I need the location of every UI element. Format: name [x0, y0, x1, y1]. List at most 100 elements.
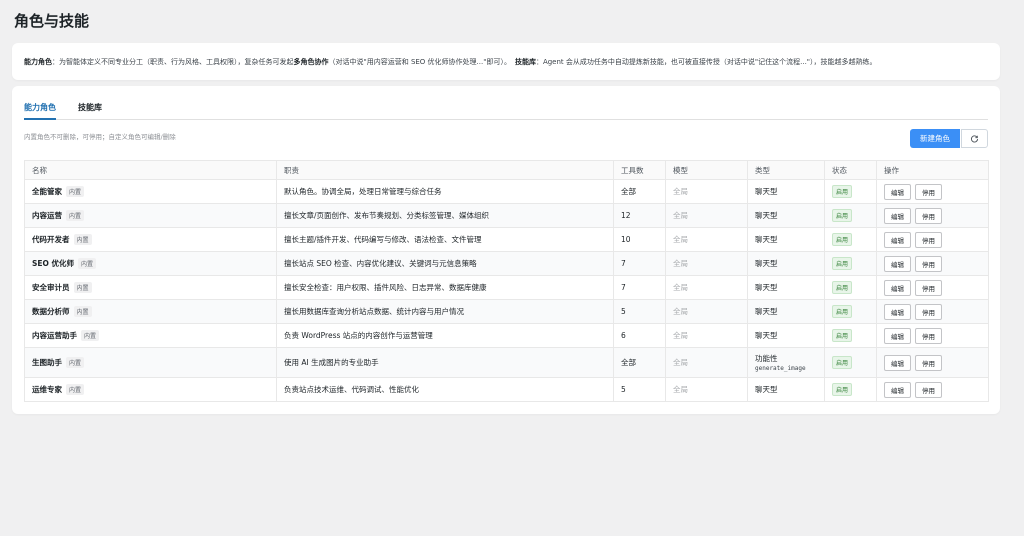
status-badge: 启用	[832, 233, 853, 246]
edit-button[interactable]: 编辑	[884, 207, 911, 224]
role-type-cell: 聊天型	[747, 179, 825, 204]
role-name: 运维专家	[32, 385, 62, 394]
disable-button[interactable]: 停用	[915, 183, 942, 200]
disable-button[interactable]: 停用	[915, 279, 942, 296]
status-badge: 启用	[832, 209, 853, 222]
table-row: 内容运营助手 内置 负责 WordPress 站点的内容创作与运营管理 6 全局 聊天型启…	[24, 323, 989, 348]
builtin-badge: 内置	[81, 330, 100, 341]
role-model: 全局	[665, 323, 748, 348]
edit-button[interactable]: 编辑	[884, 183, 911, 200]
role-name: 代码开发者	[32, 235, 70, 244]
role-name-cell: SEO 优化师 内置	[24, 251, 277, 276]
role-actions-cell: 编辑 停用	[876, 203, 989, 228]
info-skills-label: 技能库	[514, 57, 536, 66]
col-type: 类型	[747, 160, 825, 180]
role-type-cell: 聊天型	[747, 227, 825, 252]
role-type: 聊天型	[755, 307, 778, 316]
edit-button[interactable]: 编辑	[884, 381, 911, 398]
disable-button[interactable]: 停用	[915, 354, 942, 371]
info-roles-text-b: （对话中说"用内容运营和 SEO 优化师协作处理..."即可）。	[328, 57, 511, 66]
role-actions-cell: 编辑 停用	[876, 227, 989, 252]
table-row: 内容运营 内置 擅长文章/页面创作、发布节奏规划、分类标签管理、媒体组织 12 全局 聊天…	[24, 203, 989, 228]
table-row: 数据分析师 内置 擅长用数据库查询分析站点数据、统计内容与用户情况 5 全局 聊天型 启用编…	[24, 299, 989, 324]
role-type: 聊天型	[755, 211, 778, 220]
refresh-button[interactable]	[961, 129, 988, 148]
role-name: 内容运营助手	[32, 331, 77, 340]
tab-bar: 能力角色 技能库	[24, 102, 988, 120]
status-badge: 启用	[832, 329, 853, 342]
role-duty: 擅长文章/页面创作、发布节奏规划、分类标签管理、媒体组织	[276, 203, 614, 228]
role-type-cell: 聊天型	[747, 377, 825, 402]
role-type: 聊天型	[755, 385, 778, 394]
status-badge: 启用	[832, 257, 853, 270]
table-row: 运维专家 内置 负责站点技术运维、代码调试、性能优化 5 全局 聊天型 启用 编辑 停用	[24, 377, 989, 402]
col-duty: 职责	[276, 160, 614, 180]
edit-button[interactable]: 编辑	[884, 231, 911, 248]
role-status-cell: 启用	[824, 251, 877, 276]
disable-button[interactable]: 停用	[915, 381, 942, 398]
role-model: 全局	[665, 299, 748, 324]
role-model: 全局	[665, 227, 748, 252]
edit-button[interactable]: 编辑	[884, 303, 911, 320]
role-model: 全局	[665, 347, 748, 378]
table-row: SEO 优化师 内置 擅长站点 SEO 检查、内容优化建议、关键词与元信息策略 7 全局…	[24, 251, 989, 276]
role-type: 聊天型	[755, 235, 778, 244]
edit-button[interactable]: 编辑	[884, 255, 911, 272]
role-tools: 12	[613, 203, 666, 228]
col-model: 模型	[665, 160, 748, 180]
edit-button[interactable]: 编辑	[884, 327, 911, 344]
role-name: 生图助手	[32, 358, 62, 367]
role-type-cell: 聊天型	[747, 203, 825, 228]
role-type-cell: 功能性 generate_image	[747, 347, 825, 378]
role-name-cell: 运维专家 内置	[24, 377, 277, 402]
tab-roles[interactable]: 能力角色	[24, 102, 56, 120]
status-badge: 启用	[832, 356, 853, 369]
new-role-button[interactable]: 新建角色	[910, 129, 960, 148]
roles-table: 名称 职责 工具数 模型 类型 状态 操作 全能管家 内置 默认角色。协调全局，处理…	[24, 160, 989, 402]
role-actions-cell: 编辑 停用	[876, 275, 989, 300]
role-type-cell: 聊天型	[747, 275, 825, 300]
disable-button[interactable]: 停用	[915, 207, 942, 224]
role-name: SEO 优化师	[32, 259, 75, 268]
col-actions: 操作	[876, 160, 989, 180]
role-actions-cell: 编辑 停用	[876, 323, 989, 348]
disable-button[interactable]: 停用	[915, 327, 942, 344]
role-status-cell: 启用	[824, 377, 877, 402]
role-actions-cell: 编辑 停用	[876, 179, 989, 204]
disable-button[interactable]: 停用	[915, 231, 942, 248]
status-badge: 启用	[832, 185, 853, 198]
role-duty: 默认角色。协调全局，处理日常管理与综合任务	[276, 179, 614, 204]
table-row: 全能管家 内置 默认角色。协调全局，处理日常管理与综合任务 全部 全局 聊天型 启用 编辑 停用	[24, 179, 989, 204]
role-tools: 7	[613, 251, 666, 276]
builtin-badge: 内置	[73, 234, 92, 245]
disable-button[interactable]: 停用	[915, 255, 942, 272]
role-tools: 5	[613, 299, 666, 324]
tab-skills[interactable]: 技能库	[78, 102, 102, 120]
role-status-cell: 启用	[824, 203, 877, 228]
role-type-cell: 聊天型	[747, 299, 825, 324]
role-duty: 擅长安全检查：用户权限、插件风险、日志异常、数据库健康	[276, 275, 614, 300]
role-actions-cell: 编辑 停用	[876, 299, 989, 324]
role-model: 全局	[665, 377, 748, 402]
roles-hint: 内置角色不可删除，可停用；自定义角色可编辑/删除	[24, 133, 176, 141]
role-status-cell: 启用	[824, 347, 877, 378]
info-roles-label: 能力角色	[24, 57, 52, 66]
role-duty: 负责站点技术运维、代码调试、性能优化	[276, 377, 614, 402]
table-row: 代码开发者 内置 擅长主题/插件开发、代码编写与修改、语法检查、文件管理 10 全局 聊天…	[24, 227, 989, 252]
status-badge: 启用	[832, 281, 853, 294]
role-name-cell: 数据分析师 内置	[24, 299, 277, 324]
role-name: 数据分析师	[32, 307, 70, 316]
roles-card: 能力角色 技能库 内置角色不可删除，可停用；自定义角色可编辑/删除 新建角色 名…	[12, 86, 1000, 414]
edit-button[interactable]: 编辑	[884, 279, 911, 296]
role-name-cell: 内容运营 内置	[24, 203, 277, 228]
builtin-badge: 内置	[73, 282, 92, 293]
role-tools: 10	[613, 227, 666, 252]
role-tools: 6	[613, 323, 666, 348]
role-status-cell: 启用	[824, 179, 877, 204]
refresh-icon	[970, 135, 979, 143]
disable-button[interactable]: 停用	[915, 303, 942, 320]
role-duty: 使用 AI 生成图片的专业助手	[276, 347, 614, 378]
info-roles-text-a: ：为智能体定义不同专业分工（职责、行为风格、工具权限），复杂任务可发起	[52, 57, 294, 66]
edit-button[interactable]: 编辑	[884, 354, 911, 371]
role-tools: 全部	[613, 179, 666, 204]
